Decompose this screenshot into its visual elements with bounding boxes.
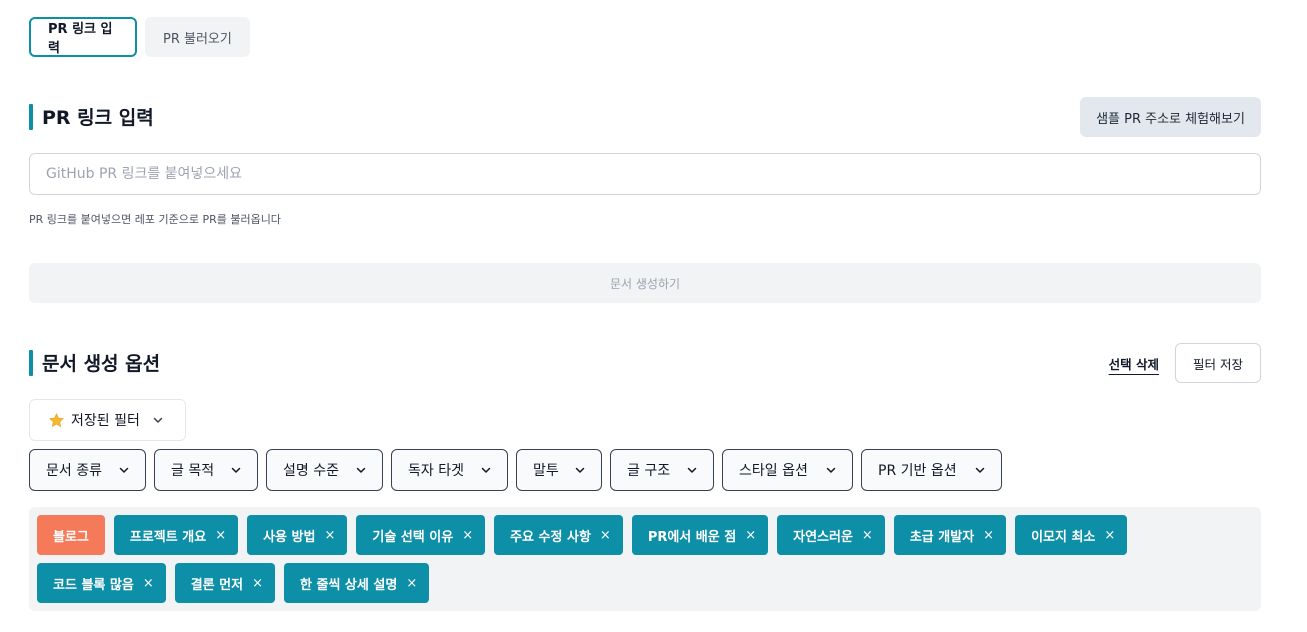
tag-label: 프로젝트 개요 [129, 529, 207, 545]
delete-selected-button[interactable]: 선택 삭제 [1109, 354, 1159, 373]
remove-tag-icon[interactable]: × [745, 528, 756, 543]
tag-label: 사용 방법 [263, 529, 316, 545]
remove-tag-icon[interactable]: × [983, 528, 994, 543]
tag-label: 코드 블록 많음 [53, 577, 134, 593]
sample-pr-button[interactable]: 샘플 PR 주소로 체험해보기 [1080, 97, 1261, 137]
tag-chip[interactable]: 초급 개발자 × [893, 515, 1007, 555]
chevron-down-icon [575, 467, 585, 473]
chevron-down-icon [481, 467, 491, 473]
options-section-header: 문서 생성 옵션 [29, 349, 160, 376]
tag-chip[interactable]: 이모지 최소 × [1015, 515, 1128, 555]
tag-chip[interactable]: 코드 블록 많음 × [37, 563, 166, 603]
dropdown-option-3[interactable]: 설명 수준 [266, 449, 383, 491]
tag-chip[interactable]: 자연스러운 × [777, 515, 885, 555]
remove-tag-icon[interactable]: × [324, 528, 335, 543]
dropdown-label: 글 목적 [171, 463, 215, 479]
tag-label: 결론 먼저 [190, 577, 244, 593]
pr-url-helper-text: PR 링크를 붙여넣으면 레포 기준으로 PR를 불러옵니다 [29, 213, 281, 226]
tag-label: 이모지 최소 [1031, 529, 1096, 545]
dropdown-option-4[interactable]: 독자 타겟 [391, 449, 508, 491]
star-icon [49, 412, 64, 427]
remove-tag-icon[interactable]: × [600, 528, 611, 543]
tag-label: 기술 선택 이유 [372, 529, 454, 545]
section-accent-bar [29, 349, 33, 376]
pr-link-section-header: PR 링크 입력 [29, 103, 154, 130]
remove-tag-icon[interactable]: × [462, 528, 473, 543]
dropdown-label: 독자 타겟 [408, 463, 464, 479]
dropdown-label: 설명 수준 [283, 463, 339, 479]
dropdown-option-5[interactable]: 말투 [516, 449, 602, 491]
chevron-down-icon [356, 467, 366, 473]
input-mode-tabs: PR 링크 입력 PR 불러오기 [29, 17, 250, 57]
tag-label: 주요 수정 사항 [510, 529, 591, 545]
tag-label: 초급 개발자 [909, 529, 975, 545]
tag-chip[interactable]: 사용 방법 × [247, 515, 348, 555]
tag-label: 블로그 [53, 529, 89, 545]
option-dropdowns: 문서 종류 글 목적 설명 수준 독자 타겟 말투 글 구조 스타일 옵션 PR 기반 옵션 [29, 449, 1002, 491]
dropdown-label: 말투 [533, 463, 559, 479]
remove-tag-icon[interactable]: × [252, 576, 263, 591]
tag-chip[interactable]: 기술 선택 이유 × [356, 515, 486, 555]
chevron-down-icon [119, 467, 129, 473]
save-filter-button[interactable]: 필터 저장 [1175, 343, 1261, 383]
dropdown-option-1[interactable]: 문서 종류 [29, 449, 146, 491]
tag-label: PR에서 배운 점 [647, 529, 737, 545]
remove-tag-icon[interactable]: × [406, 576, 417, 591]
dropdown-label: 스타일 옵션 [739, 463, 808, 479]
remove-tag-icon[interactable]: × [862, 528, 873, 543]
dropdown-label: 문서 종류 [46, 463, 102, 479]
options-actions: 선택 삭제 필터 저장 [1109, 343, 1261, 383]
selected-tags-area: 블로그 프로젝트 개요 × 사용 방법 × 기술 선택 이유 × 주요 수정 사항 × PR에서 … [29, 507, 1261, 611]
generate-document-button[interactable]: 문서 생성하기 [29, 263, 1261, 303]
chevron-down-icon [687, 467, 697, 473]
dropdown-label: PR 기반 옵션 [878, 463, 957, 479]
dropdown-option-7[interactable]: 스타일 옵션 [722, 449, 853, 491]
dropdown-label: 글 구조 [627, 463, 671, 479]
tag-label: 자연스러운 [793, 529, 853, 545]
tag-chip[interactable]: 프로젝트 개요 × [113, 515, 239, 555]
tag-label: 한 줄씩 상세 설명 [300, 577, 398, 593]
pr-url-input[interactable] [29, 153, 1261, 195]
pr-link-section-title: PR 링크 입력 [42, 107, 154, 129]
tag-chip[interactable]: 주요 수정 사항 × [494, 515, 623, 555]
chevron-down-icon [826, 467, 836, 473]
chevron-down-icon [975, 467, 985, 473]
tab-pr-link-input[interactable]: PR 링크 입력 [29, 17, 137, 57]
dropdown-option-2[interactable]: 글 목적 [154, 449, 258, 491]
remove-tag-icon[interactable]: × [143, 576, 154, 591]
section-accent-bar [29, 103, 33, 130]
dropdown-option-8[interactable]: PR 기반 옵션 [861, 449, 1002, 491]
remove-tag-icon[interactable]: × [215, 528, 226, 543]
tab-pr-load[interactable]: PR 불러오기 [145, 17, 250, 57]
options-section-title: 문서 생성 옵션 [42, 353, 161, 375]
tag-chip-doc-type[interactable]: 블로그 [37, 515, 105, 555]
saved-filters-label: 저장된 필터 [71, 413, 140, 429]
saved-filters-dropdown[interactable]: 저장된 필터 [29, 399, 186, 441]
dropdown-option-6[interactable]: 글 구조 [610, 449, 714, 491]
chevron-down-icon [153, 417, 163, 423]
chevron-down-icon [231, 467, 241, 473]
tag-chip[interactable]: 한 줄씩 상세 설명 × [284, 563, 430, 603]
remove-tag-icon[interactable]: × [1104, 528, 1115, 543]
tag-chip[interactable]: PR에서 배운 점 × [631, 515, 769, 555]
tag-chip[interactable]: 결론 먼저 × [174, 563, 275, 603]
